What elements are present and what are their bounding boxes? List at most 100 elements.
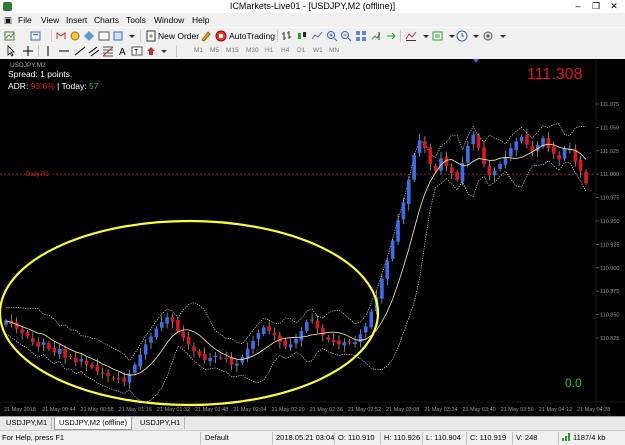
toolbar-separator bbox=[51, 30, 52, 42]
candle-body bbox=[197, 351, 202, 356]
clock-icon[interactable] bbox=[456, 30, 468, 42]
zoom-out-icon[interactable] bbox=[340, 30, 352, 42]
timeframe-m15[interactable]: M15 bbox=[226, 47, 239, 54]
candle-body bbox=[321, 327, 325, 336]
crosshair-icon[interactable] bbox=[22, 45, 34, 57]
candle-body bbox=[337, 340, 341, 345]
price-chart[interactable]: Daily R1 111.075 111.050 111.025 111.000 110… bbox=[0, 59, 625, 416]
vertical-line-icon[interactable] bbox=[42, 45, 54, 57]
big-price-label: 111.308 bbox=[527, 66, 583, 83]
menu-insert[interactable]: Insert bbox=[66, 15, 87, 25]
channel-icon[interactable] bbox=[88, 45, 100, 57]
time-axis: 21 May 2018 21 May 00:44 21 May 00:58 21 Ma… bbox=[4, 407, 610, 413]
auto-scroll-icon[interactable] bbox=[385, 30, 397, 42]
metaeditor-icon[interactable] bbox=[200, 30, 212, 42]
candle-body bbox=[25, 332, 30, 337]
candle-body bbox=[31, 338, 35, 343]
expert-dropdown-icon[interactable] bbox=[497, 30, 509, 42]
indicators-icon[interactable] bbox=[405, 30, 417, 42]
time-tick-label: 21 May 04:28 bbox=[577, 407, 610, 413]
price-tick-label: 110.850 bbox=[600, 313, 619, 319]
data-window-icon[interactable] bbox=[69, 30, 81, 42]
dropdown-arrow-icon[interactable] bbox=[126, 30, 138, 42]
candle-body bbox=[509, 148, 513, 157]
candle-body bbox=[401, 202, 406, 220]
menu-doc-icon[interactable]: ▣ bbox=[4, 15, 12, 26]
time-tick-label: 21 May 00:58 bbox=[80, 407, 113, 413]
tab-usdjpy-m2-offline[interactable]: USDJPY,M2 (offline) bbox=[54, 417, 133, 430]
options-icon[interactable] bbox=[482, 30, 494, 42]
trendline-icon[interactable] bbox=[74, 45, 86, 57]
menu-tools[interactable]: Tools bbox=[126, 15, 146, 25]
daily-r1-level: Daily R1 bbox=[0, 172, 596, 178]
text-tool-icon[interactable]: A bbox=[117, 45, 129, 58]
menu-view[interactable]: View bbox=[41, 15, 59, 25]
timeframe-m1[interactable]: M1 bbox=[194, 47, 203, 54]
timeframe-w1[interactable]: W1 bbox=[313, 47, 323, 54]
shift-marker bbox=[473, 59, 479, 63]
timeframe-h1[interactable]: H1 bbox=[265, 47, 273, 54]
horizontal-line-icon[interactable] bbox=[58, 45, 70, 57]
navigator-icon[interactable] bbox=[83, 30, 95, 42]
candle-body bbox=[455, 172, 459, 180]
profiles-icon[interactable] bbox=[30, 30, 42, 42]
arrow-icon[interactable] bbox=[145, 45, 157, 57]
candle-body bbox=[417, 140, 422, 154]
candle-body bbox=[68, 356, 73, 358]
autotrading-button[interactable]: AutoTrading bbox=[229, 31, 275, 41]
candle-body bbox=[36, 342, 41, 347]
chart-canvas[interactable]: Daily R1 111.075 111.050 111.025 111.000 110… bbox=[0, 59, 625, 416]
candle-body bbox=[396, 220, 400, 242]
timeframe-m30[interactable]: M30 bbox=[246, 47, 259, 54]
candle-body bbox=[63, 348, 67, 358]
candle-body bbox=[342, 342, 347, 346]
candle-body bbox=[149, 336, 153, 343]
menu-help[interactable]: Help bbox=[192, 15, 209, 25]
candle-body bbox=[219, 357, 223, 359]
templates-icon[interactable] bbox=[432, 30, 444, 42]
tab-usdjpy-m1[interactable]: USDJPY,M1 bbox=[2, 417, 53, 429]
candle-body bbox=[186, 336, 191, 345]
candle-body bbox=[245, 348, 250, 359]
time-tick-label: 21 May 03:40 bbox=[462, 407, 495, 413]
new-order-button[interactable]: New Order bbox=[158, 31, 199, 41]
tile-windows-icon[interactable] bbox=[355, 30, 367, 42]
candle-body bbox=[170, 317, 175, 322]
text-label-icon[interactable]: T bbox=[131, 45, 143, 57]
chart-shift-icon[interactable] bbox=[370, 30, 382, 42]
clock-dropdown-icon[interactable] bbox=[470, 30, 482, 42]
close-button[interactable]: ✕ bbox=[605, 0, 623, 13]
candlestick-icon[interactable] bbox=[296, 30, 308, 42]
menu-file[interactable]: File bbox=[18, 15, 32, 25]
autotrading-icon[interactable] bbox=[215, 30, 227, 42]
price-tick-label: 111.075 bbox=[600, 102, 619, 108]
price-tick-label: 110.950 bbox=[600, 219, 619, 225]
new-chart-icon[interactable] bbox=[4, 30, 16, 42]
toolbar-separator bbox=[400, 30, 401, 42]
minimize-button[interactable]: – bbox=[569, 0, 587, 13]
zoom-in-icon[interactable] bbox=[326, 30, 338, 42]
strategy-tester-icon[interactable] bbox=[112, 30, 124, 42]
timeframe-mn[interactable]: MN bbox=[329, 47, 339, 54]
time-tick-label: 21 May 02:52 bbox=[348, 407, 381, 413]
status-separator bbox=[380, 432, 381, 444]
timeframe-m5[interactable]: M5 bbox=[210, 47, 219, 54]
fibonacci-icon[interactable] bbox=[102, 45, 114, 57]
restore-button[interactable]: ❐ bbox=[587, 0, 605, 13]
bar-chart-icon[interactable] bbox=[281, 30, 293, 42]
price-tick-label: 110.825 bbox=[600, 336, 619, 342]
new-order-icon[interactable] bbox=[145, 30, 157, 42]
terminal-icon[interactable] bbox=[98, 30, 110, 42]
market-watch-icon[interactable] bbox=[55, 30, 67, 42]
tab-usdjpy-h1[interactable]: USDJPY,H1 bbox=[136, 417, 186, 429]
timeframe-d1[interactable]: D1 bbox=[297, 47, 305, 54]
line-chart-icon[interactable] bbox=[311, 30, 323, 42]
menu-charts[interactable]: Charts bbox=[94, 15, 119, 25]
cursor-icon[interactable] bbox=[5, 45, 17, 57]
candle-body bbox=[476, 135, 481, 149]
menu-window[interactable]: Window bbox=[154, 15, 184, 25]
candle-body bbox=[165, 317, 169, 324]
periods-dropdown-icon[interactable] bbox=[420, 30, 432, 42]
draw-tools-dropdown-icon[interactable] bbox=[158, 45, 170, 57]
timeframe-h4[interactable]: H4 bbox=[281, 47, 289, 54]
